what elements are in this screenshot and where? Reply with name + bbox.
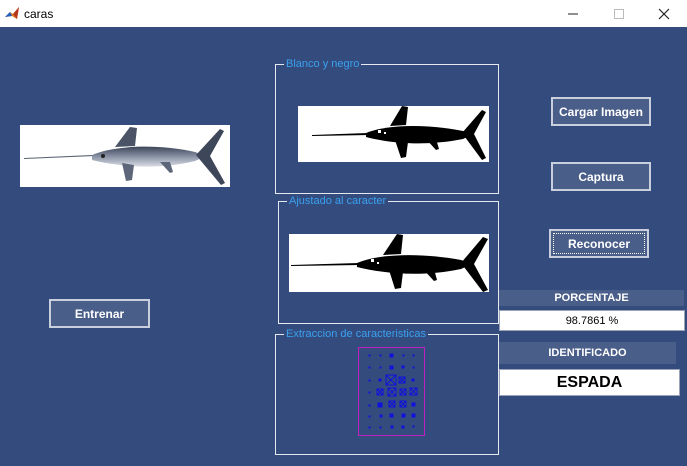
panel-extraccion-title: Extraccion de caracteristicas — [284, 327, 428, 341]
feature-marks — [368, 353, 418, 429]
captura-button[interactable]: Captura — [551, 162, 651, 191]
panel-ajustado-title: Ajustado al caracter — [287, 194, 389, 208]
window-title: caras — [24, 7, 54, 21]
close-button[interactable] — [641, 0, 687, 27]
close-icon — [658, 8, 670, 19]
maximize-icon — [614, 8, 624, 19]
feature-grid — [358, 347, 425, 436]
swordfish-adjusted-image — [291, 234, 488, 292]
cargar-imagen-button[interactable]: Cargar Imagen — [551, 97, 651, 126]
adjusted-image — [289, 234, 489, 292]
minimize-icon — [568, 13, 578, 14]
panel-blanco-negro-title: Blanco y negro — [284, 57, 362, 71]
app-window: caras Entrenar Blanco y negro Ajustado a… — [0, 0, 687, 466]
original-image — [20, 125, 230, 187]
swordfish-color-image — [24, 127, 225, 185]
porcentaje-label: PORCENTAJE — [499, 290, 684, 306]
identificado-value: ESPADA — [499, 369, 680, 396]
minimize-button[interactable] — [550, 0, 596, 27]
reconocer-button[interactable]: Reconocer — [549, 229, 649, 258]
matlab-icon — [4, 5, 20, 21]
maximize-button[interactable] — [596, 0, 642, 27]
title-bar: caras — [0, 0, 687, 27]
bw-image — [298, 106, 489, 162]
entrenar-button[interactable]: Entrenar — [49, 299, 150, 328]
porcentaje-value: 98.7861 % — [499, 310, 685, 331]
identificado-label: IDENTIFICADO — [499, 342, 676, 364]
swordfish-bw-image — [312, 106, 486, 160]
